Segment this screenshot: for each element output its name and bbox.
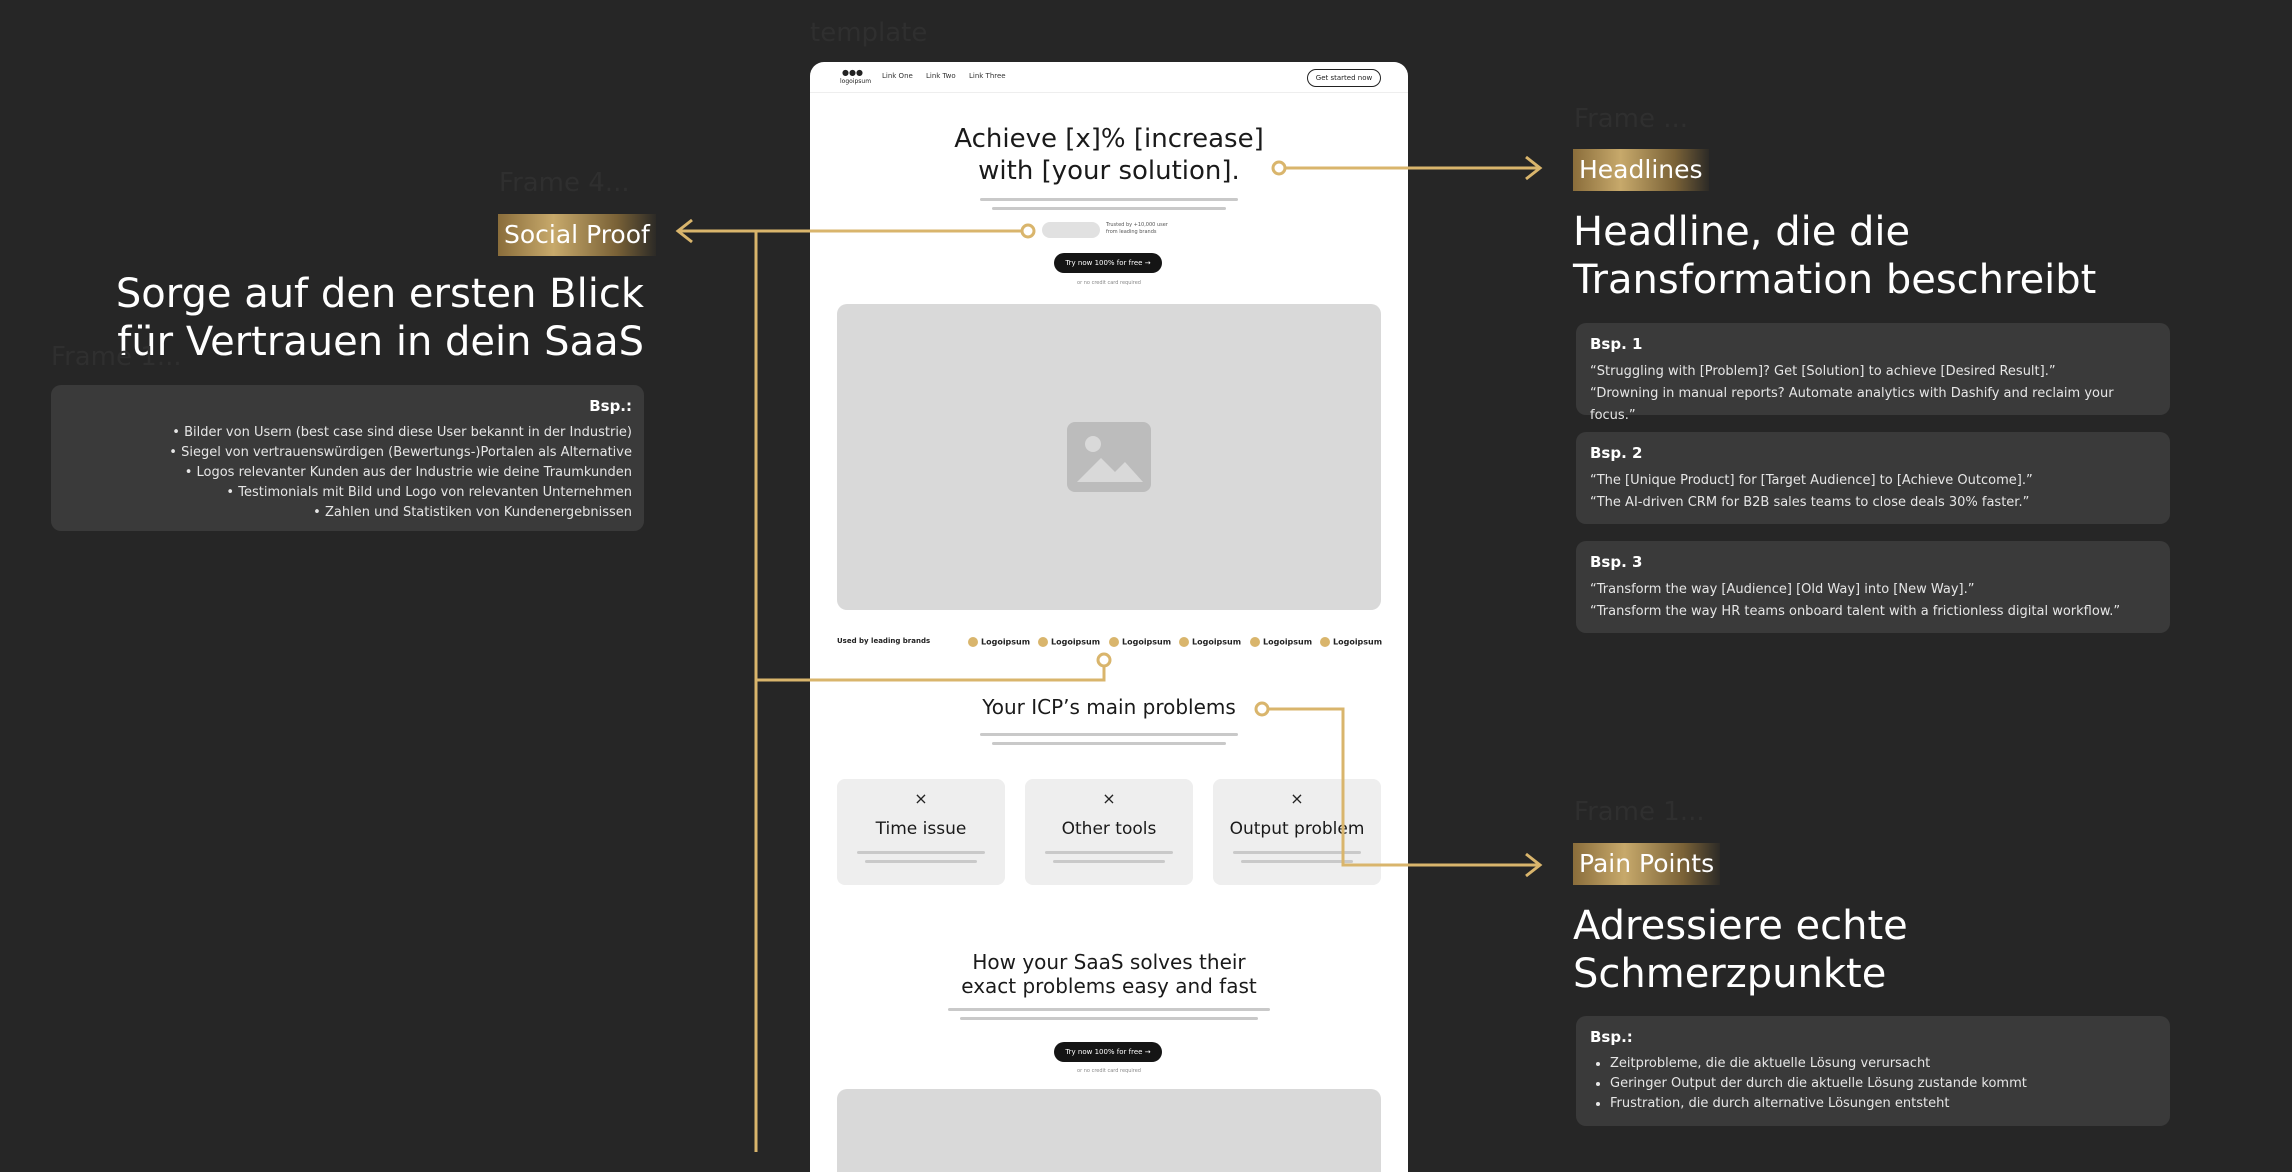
pain-points-connector (1262, 707, 1538, 867)
list-item: Zahlen und Statistiken von Kundenergebni… (63, 503, 632, 523)
social-proof-frame-label: Frame 4... (499, 168, 630, 198)
list-item: Bilder von Usern (best case sind diese U… (63, 423, 632, 443)
pain-points-heading-line1: Adressiere echte (1573, 903, 1908, 949)
example-line: “The [Unique Product] for [Target Audien… (1590, 473, 2033, 488)
social-proof-connector-dot (1020, 223, 1036, 239)
social-proof-box: Bsp.: Bilder von Usern (best case sind d… (51, 385, 644, 531)
headlines-heading-line2: Transformation beschreibt (1573, 257, 2097, 303)
list-item: Zeitprobleme, die die aktuelle Lösung ve… (1610, 1054, 2156, 1074)
headlines-connector-dot (1271, 160, 1287, 176)
headlines-tag: Headlines (1573, 149, 1709, 191)
example-line: “Transform the way [Audience] [Old Way] … (1590, 582, 1975, 597)
example-title: Bsp. 2 (1590, 444, 1643, 462)
brands-connector-dot (1096, 652, 1112, 668)
brands-connector (756, 660, 1106, 682)
list-item: Frustration, die durch alternative Lösun… (1610, 1094, 2156, 1114)
pain-points-heading-line2: Schmerzpunkte (1573, 951, 1887, 997)
pain-points-tag: Pain Points (1573, 843, 1721, 885)
example-line: “The AI-driven CRM for B2B sales teams t… (1590, 495, 2030, 510)
headline-example-box: Bsp. 2 “The [Unique Product] for [Target… (1576, 432, 2170, 524)
pain-points-box-title: Bsp.: (1590, 1028, 1633, 1046)
list-item: Testimonials mit Bild und Logo von relev… (63, 483, 632, 503)
social-proof-tag: Social Proof (498, 214, 656, 256)
example-line: “Drowning in manual reports? Automate an… (1590, 386, 2114, 423)
social-proof-box-title: Bsp.: (589, 397, 632, 415)
headline-example-box: Bsp. 1 “Struggling with [Problem]? Get [… (1576, 323, 2170, 423)
example-line: “Struggling with [Problem]? Get [Solutio… (1590, 364, 2056, 379)
pain-points-list: Zeitprobleme, die die aktuelle Lösung ve… (1590, 1054, 2156, 1114)
example-title: Bsp. 1 (1590, 335, 1643, 353)
social-proof-box-frame-label: Frame 1... (51, 342, 182, 372)
problems-connector-dot (1254, 701, 1270, 717)
pain-points-frame-label: Frame 1... (1574, 797, 1705, 827)
list-item: Siegel von vertrauenswürdigen (Bewertung… (63, 443, 632, 463)
list-item: Logos relevanter Kunden aus der Industri… (63, 463, 633, 483)
example-title: Bsp. 3 (1590, 553, 1643, 571)
social-proof-list: Bilder von Usern (best case sind diese U… (63, 423, 632, 523)
example-line: “Transform the way HR teams onboard tale… (1590, 604, 2121, 619)
headlines-frame-label: Frame ... (1574, 104, 1689, 134)
pain-points-box: Bsp.: Zeitprobleme, die die aktuelle Lös… (1576, 1016, 2170, 1126)
headlines-heading-line1: Headline, die die (1573, 209, 1911, 255)
list-item: Geringer Output der durch die aktuelle L… (1610, 1074, 2156, 1094)
social-proof-heading-line1: Sorge auf den ersten Blick (115, 271, 644, 317)
headline-example-box: Bsp. 3 “Transform the way [Audience] [Ol… (1576, 541, 2170, 633)
